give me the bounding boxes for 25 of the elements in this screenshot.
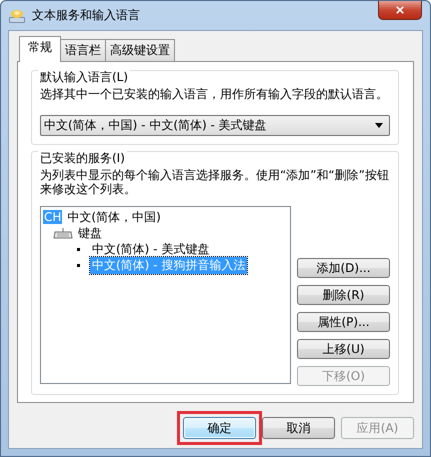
app-icon bbox=[8, 8, 26, 24]
tab[interactable]: 常规 bbox=[19, 36, 61, 62]
tree-item[interactable]: 中文(简体，中国) bbox=[65, 208, 163, 226]
window-title: 文本服务和输入语言 bbox=[32, 7, 140, 24]
tab[interactable]: 高级键设置 bbox=[105, 39, 175, 61]
button[interactable]: 添加(D)... bbox=[297, 258, 390, 278]
button[interactable]: 上移(U) bbox=[297, 339, 390, 359]
tab[interactable]: 语言栏 bbox=[60, 39, 106, 61]
language-badge: CH bbox=[43, 210, 62, 224]
description-text: 为列表中显示的每个输入语言选择服务。使用“添加”和“删除”按钮来修改这个列表。 bbox=[40, 168, 390, 196]
description-text: 选择其中一个已安装的输入语言，用作所有输入字段的默认语言。 bbox=[40, 87, 389, 101]
tree-item[interactable]: 键盘 bbox=[76, 224, 104, 242]
button[interactable]: 取消 bbox=[262, 417, 335, 439]
button[interactable]: 确定 bbox=[183, 417, 256, 439]
group-label: 已安装的服务(I) bbox=[38, 150, 127, 167]
language-dropdown[interactable]: 中文(简体，中国) - 中文(简体) - 美式键盘 bbox=[40, 115, 390, 136]
group-label: 默认输入语言(L) bbox=[38, 69, 130, 86]
button[interactable]: 属性(P)... bbox=[297, 312, 390, 332]
caret-icon bbox=[375, 123, 383, 128]
bullet-icon bbox=[77, 264, 80, 266]
bullet-icon bbox=[77, 248, 80, 250]
keyboard-icon bbox=[53, 227, 73, 239]
tree-item[interactable]: 中文(简体) - 美式键盘 bbox=[90, 240, 212, 258]
button[interactable]: 删除(R) bbox=[297, 285, 390, 305]
close-button[interactable]: × bbox=[378, 1, 422, 20]
